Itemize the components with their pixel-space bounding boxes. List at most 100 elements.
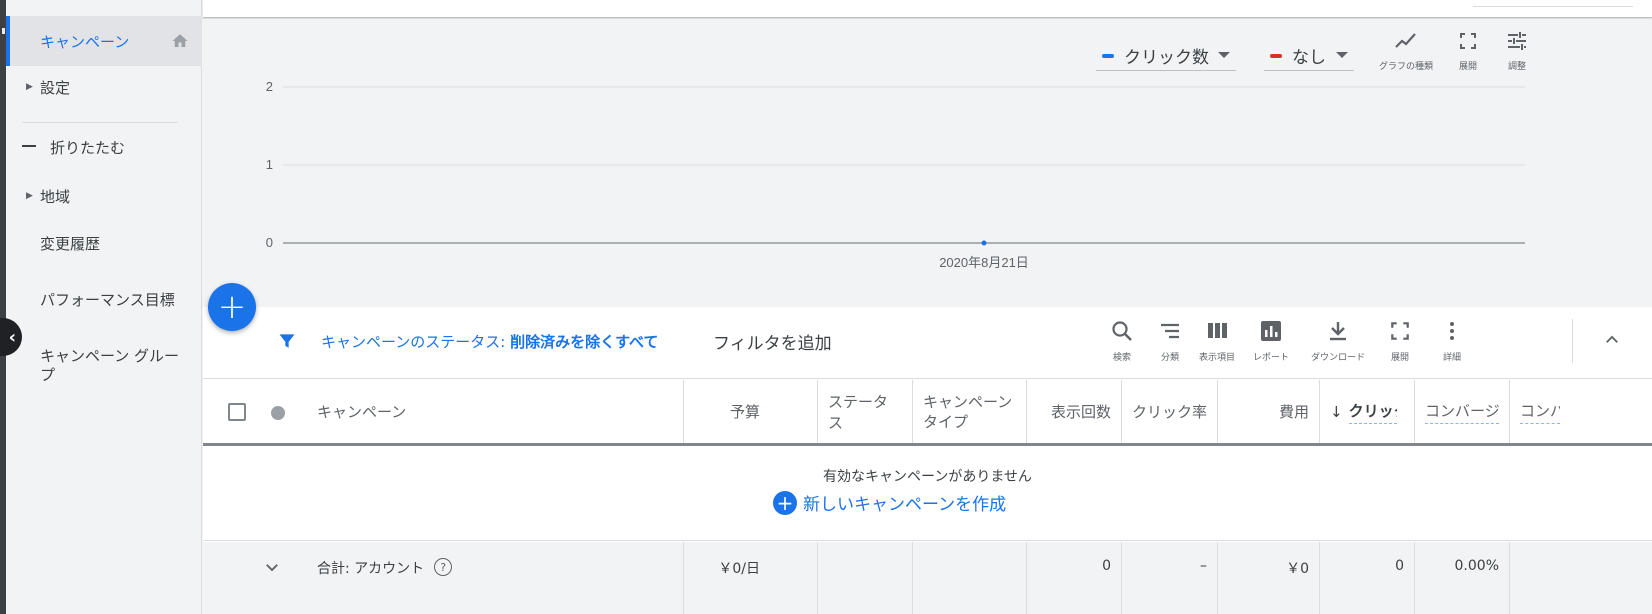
campaign-table-panel: キャンペーンのステータス: 削除済みを除くすべて フィルタを追加 検索 分類 表… bbox=[203, 307, 1652, 614]
download-label: ダウンロード bbox=[1310, 353, 1365, 363]
table-header: キャンペーン 予算 ステータス キャンペーン タイプ 表示回数 クリック率 費用… bbox=[203, 380, 1652, 446]
metric-1-dropdown[interactable]: クリック数 bbox=[1096, 41, 1236, 71]
download-icon bbox=[1330, 322, 1346, 341]
total-label: 合計: アカウント bbox=[317, 561, 425, 577]
caret-right-icon: ▶ bbox=[26, 82, 33, 92]
sidebar-item-label: キャンペーン グループ bbox=[40, 347, 180, 384]
x-tick-label: 2020年8月21日 bbox=[939, 255, 1029, 270]
plus-icon: + bbox=[217, 287, 247, 327]
toolbar-divider bbox=[1572, 319, 1573, 363]
select-all-checkbox[interactable] bbox=[228, 403, 246, 421]
total-ctr-cell: – bbox=[1122, 542, 1218, 614]
arrow-down-icon: ↓ bbox=[1330, 402, 1343, 421]
filter-icon[interactable] bbox=[277, 331, 297, 351]
total-clicks-cell: 0 bbox=[1320, 542, 1415, 614]
header-label: クリック数 bbox=[1348, 400, 1397, 424]
header-label: クリック率 bbox=[1132, 403, 1208, 421]
y-tick-label: 1 bbox=[266, 157, 273, 172]
total-label-cell: 合計: アカウント ? bbox=[303, 542, 684, 614]
fullscreen-icon bbox=[1391, 322, 1409, 340]
download-button[interactable]: ダウンロード bbox=[1307, 319, 1369, 363]
sidebar-item-performance-goals[interactable]: パフォーマンス目標 bbox=[6, 278, 202, 322]
sidebar-item-label: 設定 bbox=[40, 78, 71, 97]
columns-icon bbox=[1208, 323, 1227, 338]
help-icon[interactable]: ? bbox=[434, 558, 453, 576]
search-icon bbox=[1112, 321, 1132, 341]
reports-button[interactable]: レポート bbox=[1240, 319, 1302, 363]
header-clicks[interactable]: ↓ クリック数 bbox=[1320, 380, 1415, 443]
sidebar-item-collapse[interactable]: 折りたたむ bbox=[6, 132, 202, 162]
header-budget[interactable]: 予算 bbox=[684, 380, 818, 443]
chart-adjust-label: 調整 bbox=[1507, 62, 1526, 72]
header-label: 表示回数 bbox=[1050, 403, 1111, 421]
sidebar-divider bbox=[22, 122, 178, 123]
header-ctr[interactable]: クリック率 bbox=[1122, 380, 1218, 443]
more-label: 詳細 bbox=[1442, 353, 1461, 363]
minus-icon bbox=[22, 145, 36, 147]
total-cost-cell: ￥0 bbox=[1218, 542, 1320, 614]
chevron-down-icon[interactable] bbox=[263, 558, 281, 576]
add-fab-button[interactable]: + bbox=[208, 283, 256, 331]
add-circle-icon: + bbox=[773, 490, 797, 515]
more-vert-icon bbox=[1450, 322, 1454, 340]
filter-prefix: キャンペーンのステータス: bbox=[321, 333, 511, 351]
add-filter-button[interactable]: フィルタを追加 bbox=[713, 329, 832, 354]
sidebar-item-label: 折りたたむ bbox=[50, 138, 126, 157]
trending-line-icon bbox=[1395, 33, 1416, 48]
segment-icon bbox=[1161, 323, 1179, 339]
status-dot-icon bbox=[271, 406, 285, 420]
filter-bar: キャンペーンのステータス: 削除済みを除くすべて フィルタを追加 検索 分類 表… bbox=[203, 307, 1652, 379]
filter-value: 削除済みを除くすべて bbox=[510, 333, 659, 351]
sidebar-item-campaigns[interactable]: キャンペーン bbox=[6, 16, 202, 66]
reports-label: レポート bbox=[1252, 353, 1289, 363]
new-campaign-label: 新しいキャンペーンを作成 bbox=[803, 495, 1007, 515]
sidebar-item-label: 地域 bbox=[40, 187, 71, 206]
header-campaign[interactable]: キャンペーン bbox=[303, 380, 684, 443]
metric-1-label: クリック数 bbox=[1124, 48, 1209, 68]
header-status[interactable]: ステータス bbox=[818, 380, 913, 443]
chart-adjust-button[interactable]: 調整 bbox=[1482, 31, 1552, 72]
chevron-left-icon: ‹ bbox=[8, 326, 16, 348]
sidebar-item-settings[interactable]: ▶ 設定 bbox=[6, 72, 202, 102]
tune-icon bbox=[1508, 32, 1526, 50]
header-label: 費用 bbox=[1278, 403, 1309, 421]
chevron-down-icon bbox=[1218, 52, 1230, 58]
data-point[interactable] bbox=[981, 240, 987, 246]
sidebar-item-change-history[interactable]: 変更履歴 bbox=[6, 228, 202, 258]
total-type-cell bbox=[913, 542, 1027, 614]
header-cost[interactable]: 費用 bbox=[1218, 380, 1320, 443]
home-icon[interactable] bbox=[170, 32, 190, 50]
status-filter-chip[interactable]: キャンペーンのステータス: 削除済みを除くすべて bbox=[321, 331, 658, 352]
columns-label: 表示項目 bbox=[1198, 353, 1235, 363]
chevron-down-icon bbox=[1336, 52, 1348, 58]
header-label: コンバージョン bbox=[1425, 400, 1499, 424]
sidebar-item-locations[interactable]: ▶ 地域 bbox=[6, 181, 202, 211]
more-button[interactable]: 詳細 bbox=[1421, 319, 1483, 363]
chart-type-button[interactable]: グラフの種類 bbox=[1371, 31, 1441, 72]
header-campaign-type[interactable]: キャンペーン タイプ bbox=[913, 380, 1027, 443]
header-impressions[interactable]: 表示回数 bbox=[1027, 380, 1122, 443]
new-campaign-link[interactable]: + 新しいキャンペーンを作成 bbox=[773, 490, 1006, 515]
metric-2-swatch bbox=[1270, 53, 1282, 58]
header-label: キャンペーン タイプ bbox=[923, 392, 1013, 431]
sidebar-item-label: 変更履歴 bbox=[40, 234, 101, 253]
header-conversions-2[interactable]: コンバージョン bbox=[1510, 380, 1652, 443]
total-conv-rate-cell: 0.00% bbox=[1415, 542, 1510, 614]
chart-type-label: グラフの種類 bbox=[1378, 62, 1433, 72]
empty-state-message: 有効なキャンペーンがありません bbox=[823, 469, 1032, 485]
metric-2-label: なし bbox=[1292, 48, 1326, 68]
header-label: 予算 bbox=[729, 403, 760, 421]
header-label: キャンペーン bbox=[317, 403, 407, 421]
metric-1-swatch bbox=[1102, 53, 1114, 58]
header-conversions[interactable]: コンバージョン bbox=[1415, 380, 1510, 443]
total-row: 合計: アカウント ? ￥0/日 0 – ￥0 0 0.00% bbox=[203, 542, 1652, 614]
y-tick-label: 2 bbox=[266, 79, 273, 94]
sidebar-item-campaign-groups[interactable]: キャンペーン グループ bbox=[6, 344, 202, 388]
columns-button[interactable]: 表示項目 bbox=[1186, 319, 1248, 363]
metric-2-dropdown[interactable]: なし bbox=[1264, 41, 1354, 71]
bar-chart-icon bbox=[1261, 321, 1281, 341]
chevron-up-icon[interactable] bbox=[1603, 331, 1621, 349]
total-budget-cell: ￥0/日 bbox=[684, 542, 818, 614]
sidebar-item-label: パフォーマンス目標 bbox=[40, 290, 175, 309]
caret-right-icon: ▶ bbox=[26, 191, 33, 201]
